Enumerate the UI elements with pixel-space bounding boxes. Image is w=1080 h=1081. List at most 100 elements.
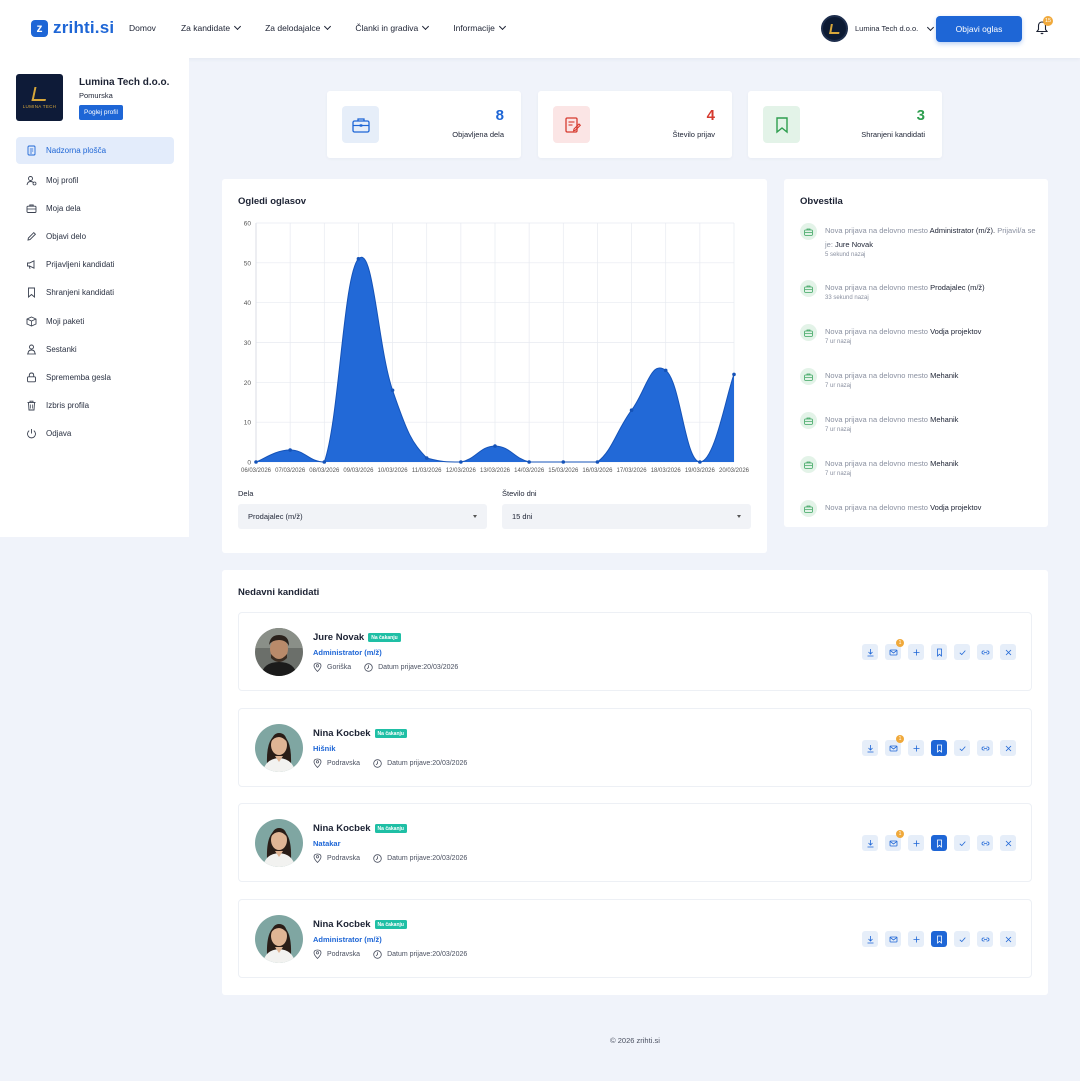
- job-filter-select[interactable]: Prodajalec (m/ž): [238, 504, 487, 529]
- plus-button[interactable]: [908, 740, 924, 756]
- close-button[interactable]: [1000, 740, 1016, 756]
- candidate-avatar[interactable]: [255, 915, 303, 963]
- status-badge: Na čakanju: [374, 729, 407, 738]
- close-button[interactable]: [1000, 835, 1016, 851]
- data-point[interactable]: [288, 448, 292, 452]
- download-button[interactable]: [862, 740, 878, 756]
- candidate-position[interactable]: Natakar: [313, 839, 341, 848]
- sidebar-item-6[interactable]: Moji paketi: [16, 307, 174, 335]
- bookmark-button[interactable]: [931, 931, 947, 947]
- data-point[interactable]: [561, 460, 566, 464]
- sidebar-item-9[interactable]: Izbris profila: [16, 392, 174, 420]
- candidate-name[interactable]: Nina Kocbek: [313, 728, 371, 739]
- check-button[interactable]: [954, 644, 970, 660]
- candidate-avatar[interactable]: [255, 628, 303, 676]
- close-button[interactable]: [1000, 644, 1016, 660]
- check-button[interactable]: [954, 835, 970, 851]
- nav-item-2[interactable]: Za delodajalce: [265, 22, 332, 33]
- link-button[interactable]: [977, 931, 993, 947]
- logo-text: zrihti.si: [53, 18, 115, 37]
- check-icon: [959, 840, 966, 846]
- message-button[interactable]: 1: [885, 830, 904, 851]
- candidate-avatar[interactable]: [255, 724, 303, 772]
- candidate-actions: 1: [862, 639, 1016, 660]
- download-button[interactable]: [862, 644, 878, 660]
- data-point[interactable]: [698, 460, 702, 464]
- data-point[interactable]: [527, 460, 531, 464]
- candidate-position[interactable]: Hišnik: [313, 744, 336, 753]
- candidate-row[interactable]: Nina Kocbek Na čakanju Hišnik Podravska Datu…: [238, 708, 1032, 787]
- bookmark-icon: [28, 287, 35, 299]
- message-button[interactable]: [885, 931, 901, 947]
- data-point[interactable]: [732, 372, 736, 377]
- days-filter-select[interactable]: 15 dni: [502, 504, 751, 529]
- nav-item-3[interactable]: Članki in gradiva: [355, 22, 430, 33]
- sidebar-item-7[interactable]: Sestanki: [16, 335, 174, 363]
- notification-person: Jure Novak: [835, 239, 873, 249]
- bookmark-button[interactable]: [931, 644, 947, 660]
- post-job-button[interactable]: Objavi oglas: [936, 16, 1022, 42]
- company-menu[interactable]: Lumina Tech d.o.o.: [821, 15, 935, 42]
- close-icon: [1005, 649, 1011, 655]
- data-point[interactable]: [424, 456, 429, 460]
- data-point[interactable]: [254, 460, 258, 464]
- sidebar-item-3[interactable]: Objavi delo: [16, 222, 174, 250]
- sidebar-item-4[interactable]: Prijavljeni kandidati: [16, 251, 174, 279]
- sidebar-item-0[interactable]: Nadzorna plošča: [16, 137, 174, 164]
- link-icon: [981, 841, 989, 845]
- sidebar-item-2[interactable]: Moja dela: [16, 194, 174, 222]
- trash-icon: [27, 400, 36, 411]
- candidate-row[interactable]: Jure Novak Na čakanju Administrator (m/ž) G…: [238, 612, 1032, 691]
- candidate-name[interactable]: Jure Novak: [313, 632, 364, 643]
- sidebar-item-10[interactable]: Odjava: [16, 420, 174, 448]
- bookmark-icon: [936, 839, 942, 848]
- nav-item-1[interactable]: Za kandidate: [181, 22, 242, 33]
- check-button[interactable]: [954, 740, 970, 756]
- link-button[interactable]: [977, 644, 993, 660]
- candidate-name[interactable]: Nina Kocbek: [313, 823, 371, 834]
- briefcase-icon: [342, 106, 379, 143]
- sidebar-item-5[interactable]: Shranjeni kandidati: [16, 279, 174, 307]
- bookmark-button[interactable]: [931, 740, 947, 756]
- candidate-position[interactable]: Administrator (m/ž): [313, 648, 382, 657]
- candidate-row[interactable]: Nina Kocbek Na čakanju Natakar Podravska Dat…: [238, 803, 1032, 882]
- status-badge: Na čakanju: [368, 633, 401, 642]
- data-point[interactable]: [629, 408, 634, 413]
- download-button[interactable]: [862, 931, 878, 947]
- close-button[interactable]: [1000, 931, 1016, 947]
- nav-item-4[interactable]: Informacije: [453, 22, 506, 33]
- plus-button[interactable]: [908, 644, 924, 660]
- sidebar-item-8[interactable]: Sprememba gesla: [16, 363, 174, 391]
- company-logo-text: LUMINA TECH: [22, 103, 57, 109]
- message-count-badge: 1: [896, 735, 904, 743]
- stat-value: 4: [706, 107, 715, 124]
- candidate-row[interactable]: Nina Kocbek Na čakanju Administrator (m/ž)…: [238, 899, 1032, 978]
- plus-button[interactable]: [908, 931, 924, 947]
- data-point[interactable]: [459, 460, 463, 464]
- candidate-name[interactable]: Nina Kocbek: [313, 919, 371, 930]
- check-button[interactable]: [954, 931, 970, 947]
- bookmark-button[interactable]: [931, 835, 947, 851]
- message-button[interactable]: 1: [885, 735, 904, 756]
- notification-text: Nova prijava na delovno mesto Mehanik: [825, 413, 1037, 427]
- sidebar-item-1[interactable]: Moj profil: [16, 166, 174, 194]
- data-point[interactable]: [493, 444, 497, 448]
- plus-button[interactable]: [908, 835, 924, 851]
- chevron-down-icon: [234, 22, 242, 31]
- data-point[interactable]: [390, 388, 395, 393]
- data-point[interactable]: [663, 368, 668, 373]
- site-logo[interactable]: z zrihti.si: [31, 18, 114, 38]
- nav-item-0[interactable]: Domov: [129, 23, 156, 33]
- download-button[interactable]: [862, 835, 878, 851]
- candidate-avatar[interactable]: [255, 819, 303, 867]
- data-point[interactable]: [356, 257, 361, 261]
- link-button[interactable]: [977, 740, 993, 756]
- link-button[interactable]: [977, 835, 993, 851]
- data-point[interactable]: [322, 460, 327, 464]
- stat-label: Število prijav: [672, 130, 715, 139]
- message-button[interactable]: 1: [885, 639, 904, 660]
- clock-icon: [373, 853, 382, 863]
- candidate-position[interactable]: Administrator (m/ž): [313, 935, 382, 944]
- view-profile-button[interactable]: Poglej profil: [79, 105, 123, 120]
- data-point[interactable]: [595, 460, 600, 464]
